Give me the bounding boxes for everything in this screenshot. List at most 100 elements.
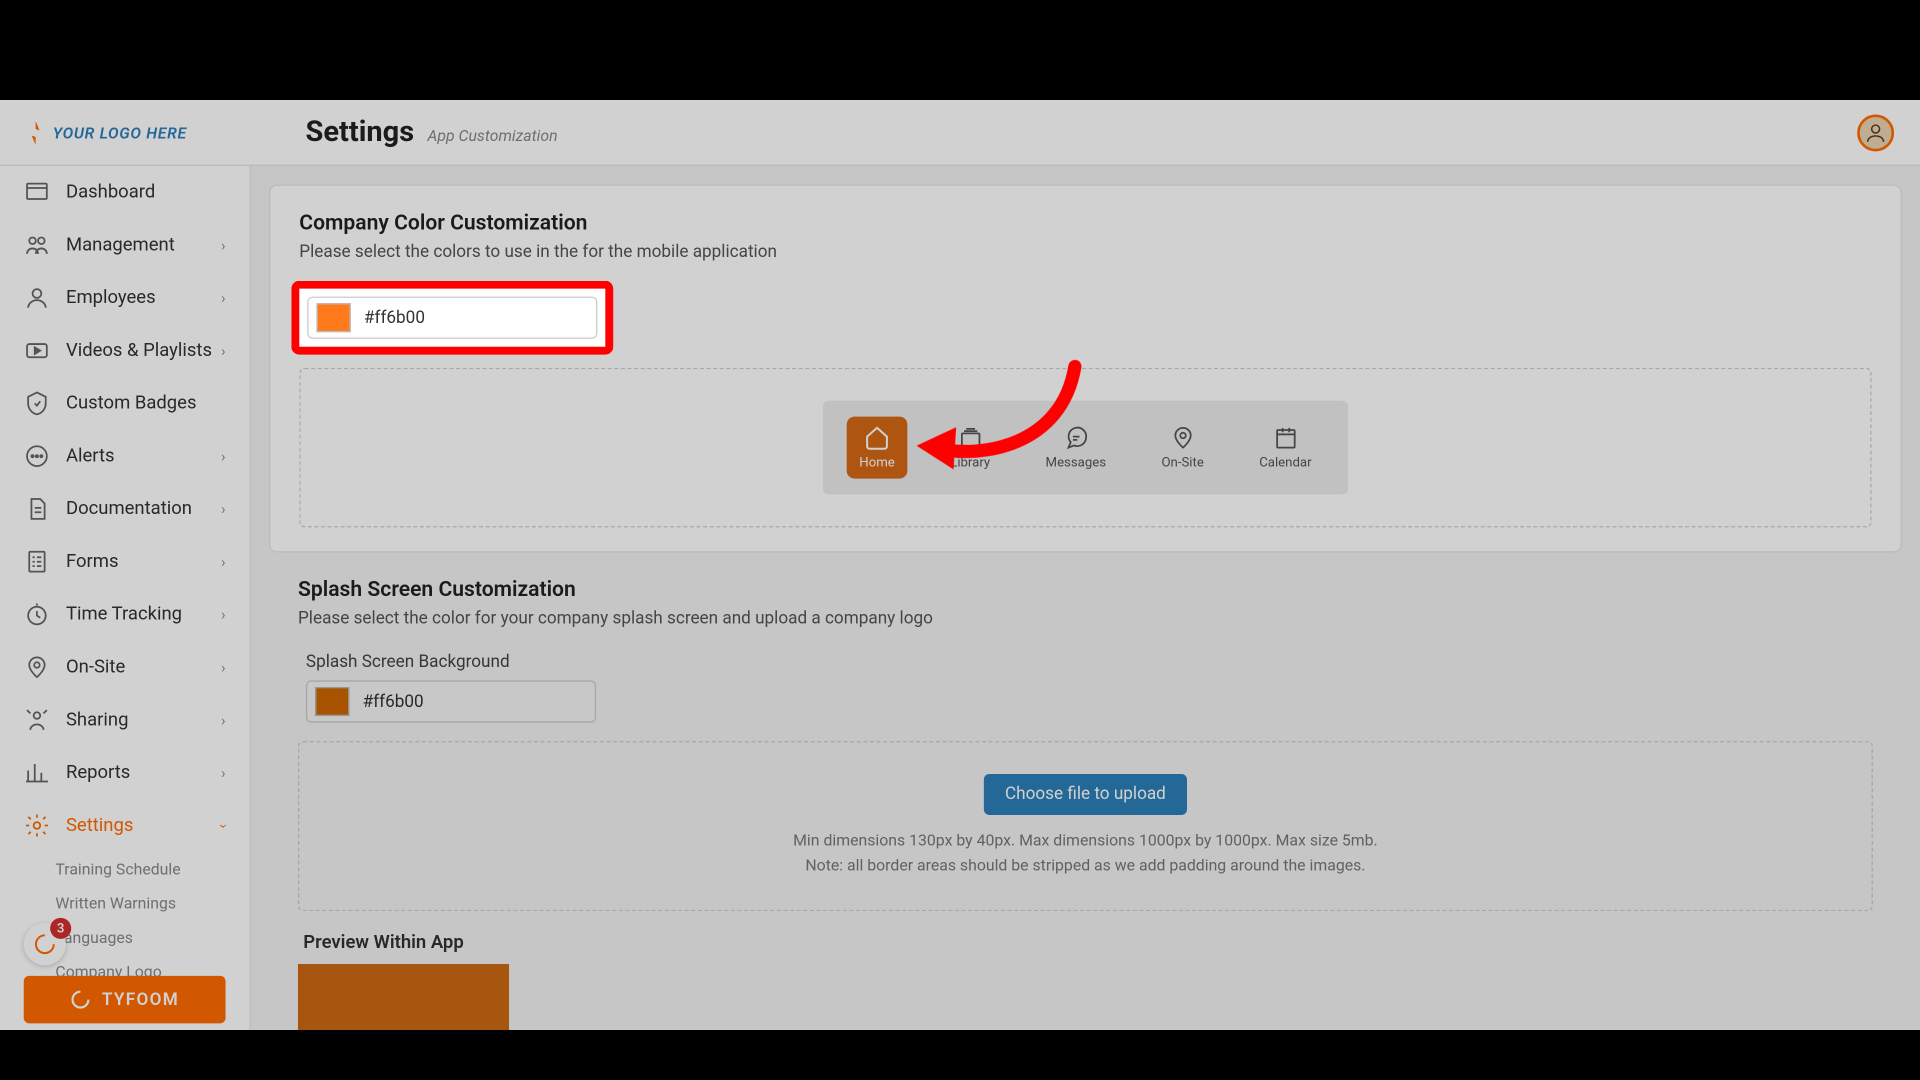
swirl-icon — [70, 989, 91, 1010]
splash-section: Splash Screen Customization Please selec… — [269, 576, 1902, 1047]
sidebar-item-label: On-Site — [66, 657, 125, 678]
tab-label: Messages — [1046, 456, 1107, 471]
employees-icon — [24, 285, 50, 311]
tab-calendar: Calendar — [1246, 417, 1325, 479]
main-content: Company Color Customization Please selec… — [251, 166, 1920, 1047]
sidebar-footer: 3 TYFOOM — [24, 923, 226, 1023]
tab-label: On-Site — [1162, 456, 1204, 471]
gear-icon — [24, 812, 50, 838]
page-title-wrap: Settings App Customization — [306, 116, 558, 149]
sidebar-item-label: Custom Badges — [66, 393, 197, 414]
color-value-field[interactable] — [357, 684, 594, 720]
sidebar-item-label: Forms — [66, 551, 119, 572]
preview-title: Preview Within App — [303, 933, 1873, 954]
chevron-right-icon: › — [221, 764, 225, 781]
tab-label: Home — [859, 456, 895, 471]
sidebar-item-label: Dashboard — [66, 182, 155, 203]
tab-library: Library — [937, 417, 1003, 479]
splash-desc: Please select the color for your company… — [298, 609, 1873, 629]
tab-label: Calendar — [1259, 456, 1311, 471]
avatar[interactable] — [1857, 114, 1894, 151]
logo: YOUR LOGO HERE — [26, 120, 186, 144]
pin-icon — [1170, 424, 1196, 450]
sidebar-sub-warnings[interactable]: Written Warnings — [0, 886, 249, 920]
logo-icon — [26, 120, 44, 144]
forms-icon — [24, 548, 50, 574]
sidebar-item-dashboard[interactable]: Dashboard — [0, 166, 249, 219]
chevron-right-icon: › — [221, 711, 225, 728]
company-color-title: Company Color Customization — [299, 209, 1871, 234]
management-icon — [24, 232, 50, 258]
calendar-icon — [1272, 424, 1298, 450]
messages-icon — [1063, 424, 1089, 450]
tabbar-preview: Home Library Messages On-Site — [822, 401, 1348, 495]
chevron-right-icon: › — [221, 606, 225, 623]
upload-hint-2: Note: all border areas should be strippe… — [805, 853, 1365, 878]
upload-box: Choose file to upload Min dimensions 130… — [298, 741, 1873, 912]
document-icon — [24, 496, 50, 522]
chevron-right-icon: › — [221, 448, 225, 465]
sidebar-item-reports[interactable]: Reports › — [0, 746, 249, 799]
home-icon — [864, 424, 890, 450]
tabbar-preview-box: Home Library Messages On-Site — [299, 368, 1871, 528]
avatar-icon — [1864, 120, 1888, 144]
dashboard-icon — [24, 179, 50, 205]
sidebar-sub-training[interactable]: Training Schedule — [0, 852, 249, 886]
sidebar: Dashboard Management › Employees › Video… — [0, 166, 251, 1047]
sidebar-item-label: Alerts — [66, 446, 115, 467]
sidebar-item-label: Time Tracking — [66, 604, 182, 625]
pin-icon — [24, 654, 50, 680]
tab-home: Home — [846, 417, 908, 479]
sidebar-item-label: Sharing — [66, 709, 129, 730]
upload-button[interactable]: Choose file to upload — [984, 774, 1187, 815]
tyfoom-button[interactable]: TYFOOM — [24, 976, 226, 1023]
sidebar-item-onsite[interactable]: On-Site › — [0, 641, 249, 694]
chevron-right-icon: › — [221, 553, 225, 570]
primary-color-input[interactable] — [307, 297, 597, 339]
sidebar-item-alerts[interactable]: Alerts › — [0, 430, 249, 483]
chevron-right-icon: › — [221, 289, 225, 306]
letterbox-bottom — [0, 1030, 1920, 1080]
alert-icon — [24, 443, 50, 469]
upload-hint-1: Min dimensions 130px by 40px. Max dimens… — [793, 828, 1378, 853]
sidebar-item-management[interactable]: Management › — [0, 219, 249, 272]
company-color-desc: Please select the colors to use in the f… — [299, 242, 1871, 262]
color-value-field[interactable] — [359, 300, 596, 336]
sidebar-item-forms[interactable]: Forms › — [0, 535, 249, 588]
notification-count: 3 — [50, 918, 71, 939]
chevron-right-icon: › — [221, 500, 225, 517]
notification-badge[interactable]: 3 — [24, 923, 66, 965]
page-title: Settings — [306, 116, 415, 149]
topbar: YOUR LOGO HERE Settings App Customizatio… — [0, 100, 1920, 166]
breadcrumb: App Customization — [427, 126, 557, 144]
sidebar-item-label: Reports — [66, 762, 130, 783]
share-icon — [24, 707, 50, 733]
sidebar-item-label: Settings — [66, 815, 133, 836]
company-color-card: Company Color Customization Please selec… — [269, 184, 1902, 552]
splash-field-label: Splash Screen Background — [306, 653, 1873, 673]
letterbox-top — [0, 0, 1920, 50]
tab-messages: Messages — [1032, 417, 1119, 479]
sidebar-item-documentation[interactable]: Documentation › — [0, 483, 249, 536]
splash-color-input[interactable] — [306, 680, 596, 722]
sidebar-item-label: Documentation — [66, 498, 192, 519]
sidebar-item-videos[interactable]: Videos & Playlists › — [0, 324, 249, 377]
tyfoom-label: TYFOOM — [102, 990, 179, 1010]
sidebar-item-sharing[interactable]: Sharing › — [0, 694, 249, 747]
chart-icon — [24, 760, 50, 786]
chevron-right-icon: › — [221, 237, 225, 254]
sidebar-item-settings[interactable]: Settings › — [0, 799, 249, 852]
chevron-right-icon: › — [221, 342, 225, 359]
video-icon — [24, 337, 50, 363]
chevron-down-icon: › — [215, 823, 232, 827]
sidebar-item-employees[interactable]: Employees › — [0, 271, 249, 324]
chevron-right-icon: › — [221, 659, 225, 676]
tab-label: Library — [950, 456, 990, 471]
sidebar-item-timetracking[interactable]: Time Tracking › — [0, 588, 249, 641]
sidebar-item-label: Videos & Playlists — [66, 340, 212, 361]
color-swatch[interactable] — [315, 687, 349, 716]
badge-icon — [24, 390, 50, 416]
sidebar-item-badges[interactable]: Custom Badges — [0, 377, 249, 430]
color-swatch[interactable] — [317, 303, 351, 332]
sidebar-item-label: Employees — [66, 287, 156, 308]
